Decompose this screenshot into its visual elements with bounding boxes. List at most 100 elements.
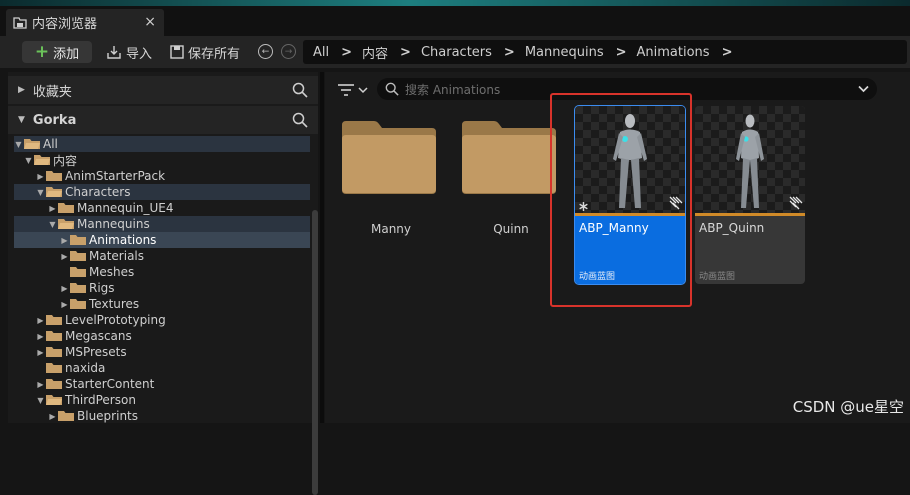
expand-right-icon[interactable]: ▶ (60, 300, 69, 309)
add-label: 添加 (53, 46, 80, 62)
expand-right-icon[interactable]: ▶ (36, 332, 45, 341)
search-icon[interactable] (292, 82, 308, 98)
tree-item-label: Blueprints (77, 409, 139, 423)
import-button[interactable]: 导入 (106, 41, 152, 63)
close-icon[interactable]: × (144, 14, 156, 30)
tree-item-thirdperson[interactable]: ▼ ThirdPerson (14, 392, 310, 408)
favorites-label: 收藏夹 (32, 84, 72, 100)
filter-button[interactable] (337, 80, 373, 100)
chevron-down-icon (358, 87, 368, 94)
tab-content-browser[interactable]: 内容浏览器 × (6, 9, 164, 36)
chevron-right-icon[interactable]: > (722, 45, 733, 60)
expand-right-icon[interactable]: ▶ (48, 412, 57, 421)
tree-item-all[interactable]: ▼ All (14, 136, 310, 152)
asset-type-bar (695, 213, 805, 216)
tree-item-label: Materials (89, 249, 145, 263)
import-label: 导入 (126, 46, 153, 62)
mannequin-icon (736, 114, 764, 208)
expand-right-icon[interactable]: ▶ (60, 252, 69, 261)
breadcrumb-item-mannequins[interactable]: Mannequins (525, 45, 604, 60)
expand-right-icon[interactable]: ▶ (36, 316, 45, 325)
chevron-right-icon[interactable]: > (504, 45, 515, 60)
expand-right-icon[interactable]: ▶ (36, 380, 45, 389)
tree-item-label: All (43, 137, 58, 151)
chevron-down-icon[interactable] (858, 85, 869, 93)
tree-item-meshes[interactable]: Meshes (14, 264, 310, 280)
panel-splitter[interactable] (320, 72, 324, 423)
expand-right-icon[interactable]: ▶ (36, 348, 45, 357)
tree-item-content[interactable]: ▼ 内容 (14, 152, 310, 168)
tree-scrollbar[interactable] (312, 210, 318, 495)
expand-right-icon[interactable]: ▶ (60, 236, 69, 245)
folder-icon (46, 347, 62, 357)
save-all-button[interactable]: 保存所有 (170, 41, 240, 63)
tab-bar: 内容浏览器 × (0, 6, 910, 36)
breadcrumb-item-all[interactable]: All (313, 45, 329, 60)
tree-item-characters[interactable]: ▼ Characters (14, 184, 310, 200)
folder-open-icon (46, 187, 62, 197)
search-icon[interactable] (292, 112, 308, 128)
project-label: Gorka (32, 112, 77, 128)
tree-item-label: Megascans (65, 329, 132, 343)
expand-right-icon[interactable]: ▶ (36, 172, 45, 181)
tree-item-blueprints[interactable]: ▶ Blueprints (14, 408, 310, 423)
save-icon (170, 45, 184, 59)
tree-item-label: Meshes (89, 265, 135, 279)
tree-item-mannequins[interactable]: ▼ Mannequins (14, 216, 310, 232)
folder-tree: ▼ All ▼ 内容 ▶ AnimStarterPack ▼ Character… (14, 136, 310, 423)
add-button[interactable]: + 添加 (22, 41, 92, 63)
expand-right-icon[interactable]: ▶ (18, 85, 25, 95)
tree-item-naxida[interactable]: naxida (14, 360, 310, 376)
favorites-header[interactable]: ▶ 收藏夹 (8, 76, 318, 104)
tree-item-label: Textures (89, 297, 140, 311)
forward-icon[interactable]: → (281, 44, 296, 59)
tree-item-mannequin-ue4[interactable]: ▶ Mannequin_UE4 (14, 200, 310, 216)
asset-card-abp-quinn[interactable]: ABP_Quinn 动画蓝图 (695, 106, 805, 284)
chevron-right-icon[interactable]: > (400, 45, 411, 60)
expand-down-icon[interactable]: ▼ (18, 115, 25, 125)
expand-right-icon[interactable]: ▶ (48, 204, 57, 213)
breadcrumb-item-content[interactable]: 内容 (362, 43, 388, 62)
expand-down-icon[interactable]: ▼ (48, 220, 57, 229)
folder-icon (70, 251, 86, 261)
tree-item-startercontent[interactable]: ▶ StarterContent (14, 376, 310, 392)
chevron-right-icon[interactable]: > (616, 45, 627, 60)
import-icon (107, 46, 121, 59)
asset-thumbnail (695, 106, 805, 213)
breadcrumb-item-characters[interactable]: Characters (421, 45, 492, 60)
expand-down-icon[interactable]: ▼ (36, 396, 45, 405)
tree-item-label: naxida (65, 361, 106, 375)
expand-down-icon[interactable]: ▼ (14, 140, 23, 149)
tree-item-mspresets[interactable]: ▶ MSPresets (14, 344, 310, 360)
folder-icon (58, 203, 74, 213)
tree-item-label: AnimStarterPack (65, 169, 166, 183)
tree-item-label: Animations (89, 233, 157, 247)
tree-item-rigs[interactable]: ▶ Rigs (14, 280, 310, 296)
back-icon[interactable]: ← (258, 44, 273, 59)
chevron-right-icon[interactable]: > (341, 45, 352, 60)
tree-item-label: Rigs (89, 281, 115, 295)
tree-item-materials[interactable]: ▶ Materials (14, 248, 310, 264)
tree-item-animations[interactable]: ▶ Animations (14, 232, 310, 248)
expand-down-icon[interactable]: ▼ (24, 156, 33, 165)
tree-item-label: Mannequins (77, 217, 150, 231)
expand-down-icon[interactable]: ▼ (36, 188, 45, 197)
asset-name: ABP_Quinn (699, 221, 765, 235)
tree-item-label: ThirdPerson (65, 393, 136, 407)
breadcrumb: All > 内容 > Characters > Mannequins > Ani… (303, 40, 907, 64)
tree-item-textures[interactable]: ▶ Textures (14, 296, 310, 312)
folder-icon (46, 379, 62, 389)
watermark: CSDN @ue星空 (792, 398, 904, 416)
project-header[interactable]: ▼ Gorka (8, 106, 318, 134)
folder-tile-manny[interactable]: Manny (336, 107, 446, 285)
folder-open-icon (46, 395, 62, 405)
anim-blueprint-icon (789, 196, 803, 210)
tree-item-animstarterpack[interactable]: ▶ AnimStarterPack (14, 168, 310, 184)
breadcrumb-item-animations[interactable]: Animations (637, 45, 710, 60)
tree-item-megascans[interactable]: ▶ Megascans (14, 328, 310, 344)
tree-item-levelprototyping[interactable]: ▶ LevelPrototyping (14, 312, 310, 328)
toolbar: + 添加 导入 保存所有 ← → All > 内容 > Characters >… (0, 36, 910, 68)
expand-right-icon[interactable]: ▶ (60, 284, 69, 293)
highlight-annotation-box (550, 93, 692, 307)
folder-icon (58, 411, 74, 421)
